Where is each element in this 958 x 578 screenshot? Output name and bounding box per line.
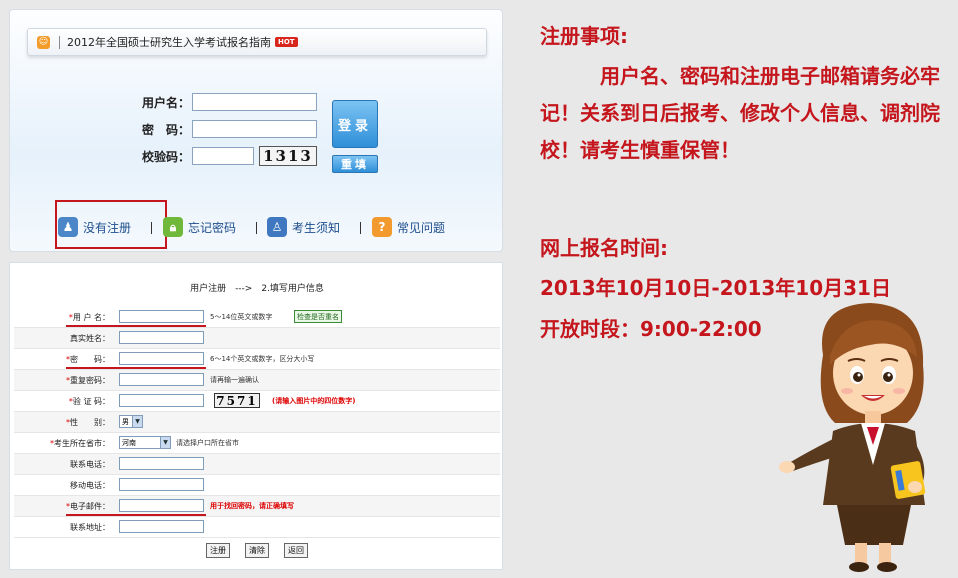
chevron-down-icon: ▼ (160, 437, 170, 448)
password-label: 密 码： (142, 123, 191, 137)
person-icon: ♙ (267, 217, 287, 237)
captcha-field-label: *验 证 码： (68, 397, 110, 406)
reg-confirm-password-input[interactable] (119, 373, 204, 386)
notes-title: 注册事项: (540, 24, 628, 48)
reg-password-input[interactable] (119, 352, 204, 365)
schedule-hours: 开放时段：9:00-22:00 (540, 317, 762, 341)
province-field-label: *考生所在省市： (50, 439, 110, 448)
reg-captcha-image[interactable]: 7571 (214, 393, 260, 408)
cartoon-woman-illustration (779, 303, 926, 572)
province-select[interactable]: 河南 ▼ (119, 436, 171, 449)
form-row-mobile: 移动电话： (14, 475, 500, 496)
submit-button[interactable]: 注册 (206, 543, 230, 558)
nav-exam-notice[interactable]: ♙ 考生须知 (267, 217, 340, 237)
reg-captcha-input[interactable] (119, 394, 204, 407)
password-field-label: *密 码： (66, 355, 110, 364)
captcha-input[interactable] (192, 147, 254, 165)
form-row-confirm-password: *重复密码： 请再输一遍确认 (14, 370, 500, 391)
username-label: 用户名： (142, 96, 191, 110)
hot-badge: HOT (275, 37, 298, 47)
schedule-title: 网上报名时间: (540, 236, 668, 260)
reg-email-input[interactable] (119, 499, 204, 512)
divider (59, 35, 60, 49)
info-icon: ☺ (37, 35, 50, 49)
check-duplicate-button[interactable]: 检查是否重名 (294, 310, 342, 323)
confirm-password-hint: 请再输一遍确认 (210, 376, 259, 384)
username-field-label: *用 户 名： (68, 313, 110, 322)
login-button[interactable]: 登录 (332, 100, 378, 148)
user-icon: ♟ (58, 217, 78, 237)
notes-body: 用户名、密码和注册电子邮箱请务必牢记！关系到日后报考、修改个人信息、调剂院校！请… (540, 64, 940, 162)
address-field-label: 联系地址： (70, 523, 110, 532)
highlight-underline (66, 514, 206, 516)
nav-forgot-password[interactable]: 🔒︎ 忘记密码 (163, 217, 236, 237)
form-row-realname: 真实姓名： (14, 328, 500, 349)
form-row-address: 联系地址： (14, 517, 500, 538)
email-field-label: *电子邮件： (66, 502, 110, 511)
gender-field-label: *性 别： (66, 418, 110, 427)
form-row-province: *考生所在省市： 河南 ▼ 请选择户口所在省市 (14, 433, 500, 454)
nav-divider (360, 222, 361, 234)
login-panel: ☺ 2012年全国硕士研究生入学考试报名指南 HOT 用户名： 密 码： 校验码… (9, 9, 503, 252)
register-step: 用户注册 ---> 2.填写用户信息 (190, 284, 324, 294)
clear-button[interactable]: 清除 (245, 543, 269, 558)
login-title: 2012年全国硕士研究生入学考试报名指南 (67, 36, 271, 49)
realname-field-label: 真实姓名： (70, 334, 110, 343)
reg-realname-input[interactable] (119, 331, 204, 344)
form-row-captcha: *验 证 码： 7571 (请输入图片中的四位数字) (14, 391, 500, 412)
nav-notice-label: 考生须知 (292, 220, 341, 235)
phone-field-label: 联系电话： (70, 460, 110, 469)
nav-divider (256, 222, 257, 234)
nav-register[interactable]: ♟ 没有注册 (58, 217, 131, 237)
register-form: *用 户 名： 5～14位英文或数字 检查是否重名 真实姓名： *密 码： 6～… (14, 307, 500, 538)
login-title-bar: ☺ 2012年全国硕士研究生入学考试报名指南 HOT (27, 28, 487, 56)
nav-faq[interactable]: ? 常见问题 (372, 217, 445, 237)
username-hint: 5～14位英文或数字 (210, 313, 273, 321)
nav-divider (151, 222, 152, 234)
username-input[interactable] (192, 93, 317, 111)
form-row-gender: *性 别： 男 ▼ (14, 412, 500, 433)
nav-register-label: 没有注册 (83, 220, 132, 235)
register-panel: 用户注册 ---> 2.填写用户信息 *用 户 名： 5～14位英文或数字 检查… (9, 262, 503, 570)
mobile-field-label: 移动电话： (70, 481, 110, 490)
chevron-down-icon: ▼ (132, 416, 142, 427)
password-hint: 6～14个英文或数字，区分大小写 (210, 355, 315, 363)
reg-mobile-input[interactable] (119, 478, 204, 491)
lock-icon: 🔒︎ (163, 217, 183, 237)
nav-forgot-label: 忘记密码 (188, 220, 237, 235)
nav-faq-label: 常见问题 (397, 220, 446, 235)
province-select-value: 河南 (122, 438, 136, 447)
reg-address-input[interactable] (119, 520, 204, 533)
back-button[interactable]: 返回 (284, 543, 308, 558)
reg-phone-input[interactable] (119, 457, 204, 470)
gender-select[interactable]: 男 ▼ (119, 415, 143, 428)
question-icon: ? (372, 217, 392, 237)
reg-username-input[interactable] (119, 310, 204, 323)
register-actions: 注册 清除 返回 (10, 543, 504, 558)
captcha-image[interactable]: 1313 (259, 146, 317, 166)
province-hint: 请选择户口所在省市 (176, 439, 239, 447)
form-row-phone: 联系电话： (14, 454, 500, 475)
captcha-label: 校验码： (142, 150, 191, 164)
reset-button[interactable]: 重填 (332, 155, 378, 173)
highlight-underline (66, 367, 206, 369)
email-hint: 用于找回密码，请正确填写 (210, 502, 294, 510)
password-input[interactable] (192, 120, 317, 138)
confirm-password-field-label: *重复密码： (66, 376, 110, 385)
highlight-underline (66, 325, 206, 327)
captcha-hint: (请输入图片中的四位数字) (272, 397, 356, 405)
gender-select-value: 男 (122, 417, 129, 426)
